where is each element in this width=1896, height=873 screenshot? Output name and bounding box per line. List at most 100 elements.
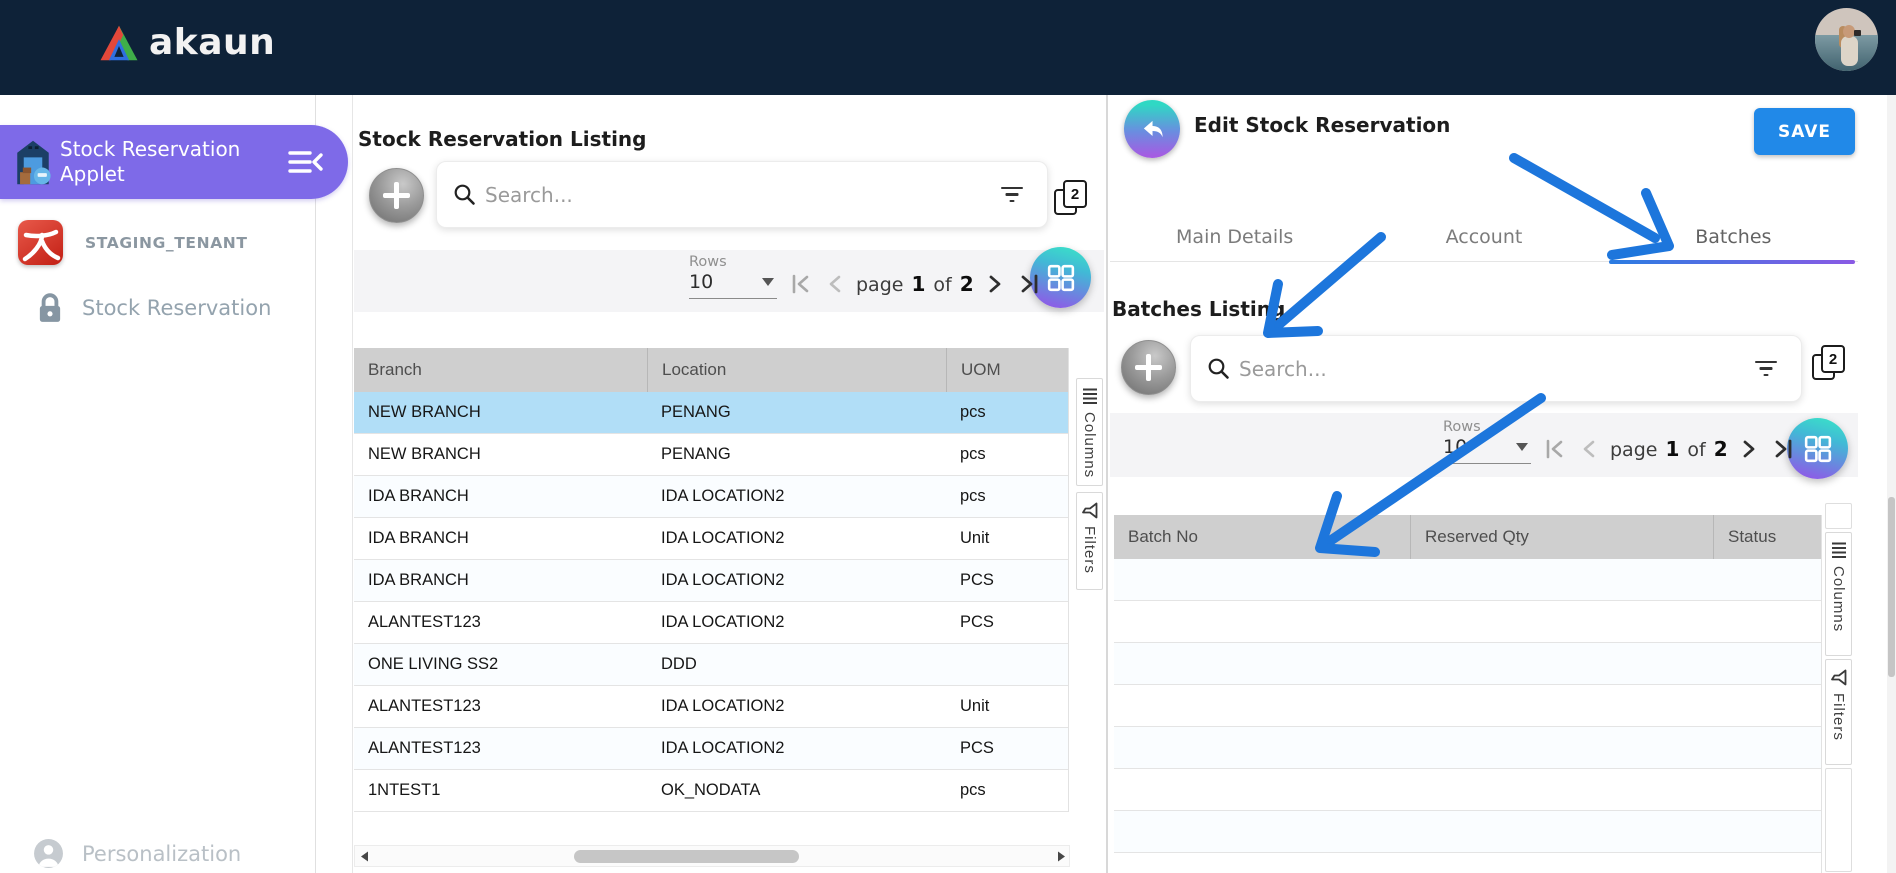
- table-row[interactable]: [1114, 811, 1821, 853]
- stock-reservation-listing-panel: Stock Reservation Listing 2 Rows 10: [352, 95, 1104, 873]
- table-cell: 1NTEST1: [368, 781, 441, 799]
- sidebar-item-stock-reservation[interactable]: Stock Reservation: [0, 292, 271, 324]
- table-row[interactable]: NEW BRANCH PENANG pcs: [354, 392, 1068, 434]
- table-cell: Unit: [960, 529, 990, 547]
- page-indicator: page 1 of 2: [1610, 437, 1728, 461]
- table-cell: NEW BRANCH: [368, 403, 481, 421]
- column-header[interactable]: Branch: [354, 348, 647, 392]
- tenant-label: STAGING_TENANT: [85, 233, 248, 252]
- listing-search-input[interactable]: [485, 182, 1001, 207]
- lock-icon: [39, 293, 61, 322]
- window-copies-icon[interactable]: 2: [1054, 180, 1088, 216]
- table-row[interactable]: [1114, 853, 1821, 873]
- horizontal-scrollbar[interactable]: [354, 845, 1070, 867]
- collapse-menu-icon[interactable]: [288, 150, 324, 174]
- table-cell: pcs: [960, 781, 986, 799]
- columns-icon: [1082, 388, 1097, 404]
- table-row[interactable]: 1NTEST1 OK_NODATA pcs: [354, 770, 1068, 812]
- rows-per-page-select[interactable]: Rows 10: [689, 254, 777, 299]
- table-row[interactable]: ONE LIVING SS2 DDD: [354, 644, 1068, 686]
- table-row[interactable]: ALANTEST123 IDA LOCATION2 Unit: [354, 686, 1068, 728]
- table-cell: ONE LIVING SS2: [368, 655, 499, 673]
- previous-page-icon[interactable]: [826, 273, 844, 295]
- table-body: NEW BRANCH PENANG pcs NEW BRANCH PENANG pcs ID…: [354, 392, 1068, 812]
- tenant-icon: [18, 220, 63, 265]
- filters-side-tab[interactable]: Filters: [1825, 659, 1852, 765]
- grid-icon: [1047, 264, 1074, 291]
- table-row[interactable]: [1114, 643, 1821, 685]
- filters-tab-label: Filters: [1830, 693, 1847, 741]
- sidebar-item-personalization[interactable]: Personalization: [0, 838, 241, 869]
- filters-funnel-icon: [1082, 502, 1098, 519]
- scrollbar-thumb[interactable]: [1888, 497, 1895, 677]
- table-row[interactable]: IDA BRANCH IDA LOCATION2 pcs: [354, 476, 1068, 518]
- batches-listing-title: Batches Listing: [1112, 297, 1286, 321]
- filter-lines-icon[interactable]: [1001, 186, 1023, 203]
- table-cell: PENANG: [661, 403, 731, 421]
- scrollbar-thumb[interactable]: [574, 850, 799, 863]
- column-header[interactable]: Reserved Qty: [1410, 515, 1713, 559]
- stock-reservation-table: Branch Location UOM NEW BRANCH PENANG pcs NEW…: [354, 348, 1069, 812]
- personalization-label: Personalization: [82, 841, 242, 866]
- brand-logo: akaun: [98, 22, 275, 63]
- listing-title: Stock Reservation Listing: [358, 127, 647, 151]
- columns-icon: [1831, 542, 1846, 558]
- window-copies-icon[interactable]: 2: [1812, 345, 1846, 381]
- table-row[interactable]: ALANTEST123 IDA LOCATION2 PCS: [354, 728, 1068, 770]
- table-row[interactable]: [1114, 727, 1821, 769]
- add-record-button[interactable]: [369, 168, 424, 223]
- table-row[interactable]: IDA BRANCH IDA LOCATION2 PCS: [354, 560, 1068, 602]
- person-icon: [34, 839, 63, 868]
- table-row[interactable]: [1114, 601, 1821, 643]
- table-row[interactable]: [1114, 559, 1821, 601]
- table-row[interactable]: [1114, 685, 1821, 727]
- back-button[interactable]: [1124, 100, 1180, 158]
- column-header[interactable]: UOM: [946, 348, 1069, 392]
- batches-search-input[interactable]: [1239, 356, 1755, 381]
- sidebar-item-tenant[interactable]: STAGING_TENANT: [0, 220, 248, 265]
- rows-value: 10: [689, 271, 714, 293]
- vertical-scrollbar[interactable]: [1887, 95, 1896, 873]
- scroll-right-icon[interactable]: [1057, 851, 1066, 862]
- table-cell: ALANTEST123: [368, 613, 481, 631]
- rows-per-page-select[interactable]: Rows 10: [1443, 419, 1531, 464]
- back-arrow-icon: [1143, 120, 1163, 138]
- table-cell: pcs: [960, 403, 986, 421]
- table-body: [1114, 559, 1821, 873]
- table-row[interactable]: IDA BRANCH IDA LOCATION2 Unit: [354, 518, 1068, 560]
- tab-batches[interactable]: Batches: [1608, 212, 1858, 264]
- page-indicator: page 1 of 2: [856, 272, 974, 296]
- columns-side-tab[interactable]: Columns: [1825, 532, 1852, 656]
- tab-main-details[interactable]: Main Details: [1110, 212, 1359, 261]
- table-row[interactable]: NEW BRANCH PENANG pcs: [354, 434, 1068, 476]
- column-header[interactable]: Status: [1713, 515, 1822, 559]
- table-row[interactable]: [1114, 769, 1821, 811]
- filters-side-tab[interactable]: Filters: [1076, 492, 1103, 590]
- next-page-icon[interactable]: [1740, 438, 1758, 460]
- first-page-icon[interactable]: [1544, 438, 1568, 460]
- previous-page-icon[interactable]: [1580, 438, 1598, 460]
- brand-name: akaun: [149, 22, 276, 63]
- table-row[interactable]: ALANTEST123 IDA LOCATION2 PCS: [354, 602, 1068, 644]
- tab-account[interactable]: Account: [1359, 212, 1608, 261]
- sidebar-applet-label: Stock Reservation Applet: [60, 137, 241, 186]
- grid-view-button[interactable]: [1787, 418, 1848, 479]
- table-cell: ALANTEST123: [368, 697, 481, 715]
- columns-side-tab[interactable]: Columns: [1076, 378, 1103, 486]
- sidebar-item-stock-reservation-applet[interactable]: Stock Reservation Applet: [0, 125, 348, 199]
- first-page-icon[interactable]: [790, 273, 814, 295]
- akaun-triangle-logo-icon: [100, 25, 138, 60]
- scroll-left-icon[interactable]: [360, 851, 369, 862]
- last-page-icon[interactable]: [1770, 438, 1794, 460]
- add-batch-button[interactable]: [1121, 340, 1176, 395]
- table-cell: PCS: [960, 571, 994, 589]
- user-avatar[interactable]: [1815, 8, 1878, 71]
- last-page-icon[interactable]: [1016, 273, 1040, 295]
- next-page-icon[interactable]: [986, 273, 1004, 295]
- save-button[interactable]: SAVE: [1754, 108, 1855, 155]
- filter-lines-icon[interactable]: [1755, 360, 1777, 377]
- column-header[interactable]: Batch No: [1114, 515, 1410, 559]
- table-cell: IDA LOCATION2: [661, 529, 785, 547]
- columns-tab-label: Columns: [1830, 566, 1847, 633]
- column-header[interactable]: Location: [647, 348, 946, 392]
